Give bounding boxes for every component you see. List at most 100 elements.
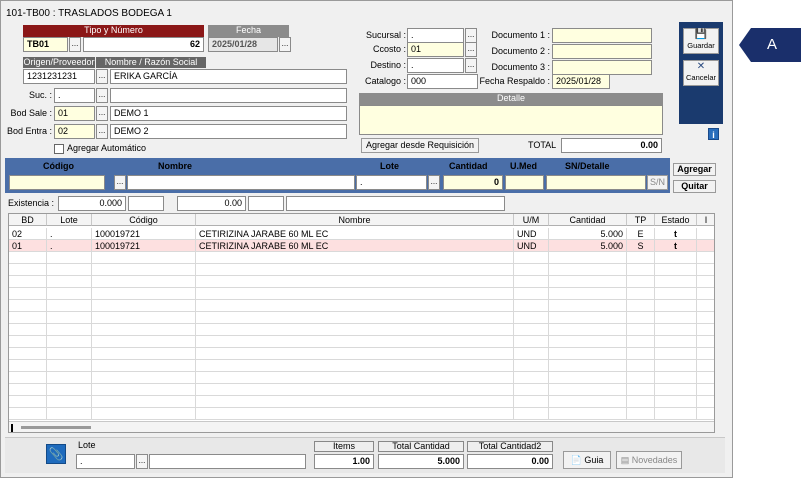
- sn-button[interactable]: S/N: [647, 175, 668, 190]
- col-header-extra[interactable]: I: [697, 214, 714, 226]
- ccosto-label: Ccosto :: [372, 44, 406, 54]
- origen-lookup-button[interactable]: ...: [96, 69, 108, 84]
- empty-table-row[interactable]: [9, 264, 714, 276]
- table-cell-estado: [655, 252, 697, 264]
- table-cell-extra: [697, 396, 714, 408]
- empty-table-row[interactable]: [9, 300, 714, 312]
- table-row[interactable]: 02. 100019721 CETIRIZINA JARABE 60 ML EC UN…: [9, 228, 714, 240]
- catalogo-field[interactable]: 000: [407, 74, 478, 89]
- empty-table-row[interactable]: [9, 288, 714, 300]
- cancelar-button[interactable]: ✕ Cancelar: [683, 60, 719, 86]
- entry-lote-field[interactable]: .: [356, 175, 427, 190]
- documento2-field[interactable]: [552, 44, 652, 59]
- items-grid[interactable]: BD Lote Código Nombre U/M Cantidad TP Es…: [8, 213, 715, 433]
- guardar-button[interactable]: 💾 Guardar: [683, 28, 719, 54]
- footer-lote-field[interactable]: .: [76, 454, 135, 469]
- table-cell-bd: [9, 384, 47, 396]
- fecha-respaldo-label: Fecha Respaldo :: [479, 76, 550, 86]
- destino-lookup-button[interactable]: ...: [465, 58, 477, 73]
- table-cell-tp: S: [627, 240, 655, 252]
- sucursal-field[interactable]: .: [407, 28, 464, 43]
- empty-table-row[interactable]: [9, 360, 714, 372]
- footer-lote-desc-field[interactable]: [149, 454, 306, 469]
- detalle-textarea[interactable]: [359, 105, 663, 135]
- documento3-field[interactable]: [552, 60, 652, 75]
- entry-umed-field[interactable]: [505, 175, 544, 190]
- table-cell-um: [514, 336, 549, 348]
- table-cell-nombre: [196, 252, 514, 264]
- fecha-respaldo-field[interactable]: 2025/01/28: [552, 74, 610, 89]
- empty-table-row[interactable]: [9, 336, 714, 348]
- bod-sale-lookup-button[interactable]: ...: [96, 106, 108, 121]
- empty-table-row[interactable]: [9, 408, 714, 420]
- table-cell-estado: [655, 348, 697, 360]
- entry-nombre-field[interactable]: [127, 175, 355, 190]
- destino-field[interactable]: .: [407, 58, 464, 73]
- entry-codigo-field[interactable]: [9, 175, 105, 190]
- entry-sn-field[interactable]: [546, 175, 646, 190]
- table-cell-tp: [627, 300, 655, 312]
- horizontal-scrollbar[interactable]: [9, 421, 714, 432]
- entry-cantidad-field[interactable]: 0: [443, 175, 503, 190]
- col-header-cantidad[interactable]: Cantidad: [549, 214, 627, 226]
- bod-entra-name-field[interactable]: DEMO 2: [110, 124, 347, 139]
- col-header-codigo[interactable]: Código: [92, 214, 196, 226]
- agregar-button[interactable]: Agregar: [673, 163, 716, 176]
- footer-lote-lookup-button[interactable]: ...: [136, 454, 148, 469]
- table-cell-extra: [697, 240, 714, 252]
- fecha-picker-button[interactable]: ...: [279, 37, 291, 52]
- col-header-bd[interactable]: BD: [9, 214, 47, 226]
- col-header-tp[interactable]: TP: [627, 214, 655, 226]
- numero-field[interactable]: 62: [83, 37, 204, 52]
- info-icon[interactable]: i: [708, 128, 719, 140]
- bod-sale-code-field[interactable]: 01: [54, 106, 95, 121]
- bod-entra-lookup-button[interactable]: ...: [96, 124, 108, 139]
- agregar-auto-checkbox[interactable]: [54, 144, 64, 154]
- empty-table-row[interactable]: [9, 384, 714, 396]
- attach-button[interactable]: 📎: [46, 444, 66, 464]
- suc-field[interactable]: .: [54, 88, 95, 103]
- guia-button[interactable]: 📄 Guia: [563, 451, 611, 469]
- table-cell-cantidad: [549, 360, 627, 372]
- table-cell-extra: [697, 336, 714, 348]
- table-cell-estado: [655, 372, 697, 384]
- table-cell-um: [514, 264, 549, 276]
- bod-sale-name-field[interactable]: DEMO 1: [110, 106, 347, 121]
- empty-table-row[interactable]: [9, 348, 714, 360]
- novedades-button[interactable]: ▤ Novedades: [616, 451, 682, 469]
- tipo-field[interactable]: TB01: [23, 37, 68, 52]
- table-cell-extra: [697, 312, 714, 324]
- suc-name-field[interactable]: [110, 88, 347, 103]
- table-cell-lote: .: [47, 240, 92, 252]
- scroll-thumb[interactable]: [21, 426, 91, 429]
- empty-table-row[interactable]: [9, 372, 714, 384]
- table-cell-extra: [697, 348, 714, 360]
- empty-table-row[interactable]: [9, 276, 714, 288]
- agregar-requisicion-button[interactable]: Agregar desde Requisición: [361, 138, 479, 153]
- origen-name-field[interactable]: ERIKA GARCÍA: [110, 69, 347, 84]
- documento1-field[interactable]: [552, 28, 652, 43]
- ccosto-lookup-button[interactable]: ...: [465, 42, 477, 57]
- fecha-header: Fecha: [208, 25, 289, 37]
- entry-codigo-lookup-button[interactable]: ...: [114, 175, 126, 190]
- empty-table-row[interactable]: [9, 324, 714, 336]
- empty-table-row[interactable]: [9, 312, 714, 324]
- sucursal-lookup-button[interactable]: ...: [465, 28, 477, 43]
- table-cell-nombre: [196, 288, 514, 300]
- tipo-lookup-button[interactable]: ...: [69, 37, 81, 52]
- entry-lote-lookup-button[interactable]: ...: [428, 175, 440, 190]
- empty-table-row[interactable]: [9, 252, 714, 264]
- quitar-button[interactable]: Quitar: [673, 180, 716, 193]
- col-header-nombre[interactable]: Nombre: [196, 214, 514, 226]
- col-header-um[interactable]: U/M: [514, 214, 549, 226]
- ccosto-field[interactable]: 01: [407, 42, 464, 57]
- existencia-extra-field: [128, 196, 164, 211]
- col-header-lote[interactable]: Lote: [47, 214, 92, 226]
- origen-code-field[interactable]: 1231231231: [23, 69, 95, 84]
- empty-table-row[interactable]: [9, 396, 714, 408]
- bod-entra-code-field[interactable]: 02: [54, 124, 95, 139]
- table-row[interactable]: 01. 100019721 CETIRIZINA JARABE 60 ML EC UN…: [9, 240, 714, 252]
- col-header-estado[interactable]: Estado: [655, 214, 697, 226]
- suc-lookup-button[interactable]: ...: [96, 88, 108, 103]
- fecha-field[interactable]: 2025/01/28: [208, 37, 278, 52]
